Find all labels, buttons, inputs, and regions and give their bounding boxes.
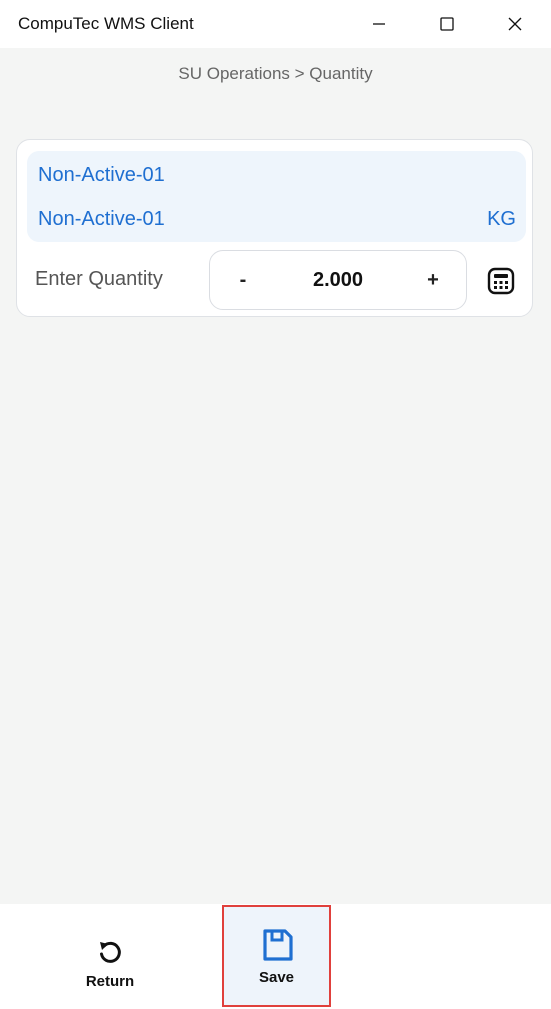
maximize-icon <box>440 17 454 31</box>
minimize-button[interactable] <box>356 0 402 48</box>
calculator-icon <box>487 267 515 295</box>
floppy-disk-icon <box>262 928 293 961</box>
save-button[interactable]: Save <box>222 905 331 1007</box>
maximize-button[interactable] <box>424 0 470 48</box>
save-label: Save <box>258 968 295 986</box>
breadcrumb: SU Operations > Quantity <box>178 64 373 83</box>
quantity-card: Non-Active-01 Non-Active-01 KG Enter Qua… <box>16 139 533 317</box>
undo-icon <box>100 941 121 963</box>
item-info-box: Non-Active-01 Non-Active-01 KG <box>27 151 526 242</box>
quantity-input[interactable]: 2.000 <box>276 269 400 292</box>
minimize-icon <box>373 23 385 25</box>
quantity-stepper: - 2.000 + <box>209 250 467 310</box>
close-button[interactable] <box>492 0 538 48</box>
item-uom: KG <box>487 208 516 230</box>
bottom-action-bar: Return Save <box>0 904 551 1009</box>
close-icon <box>508 17 522 31</box>
quantity-label: Enter Quantity <box>35 268 163 290</box>
window-title: CompuTec WMS Client <box>18 14 194 33</box>
calculator-button[interactable] <box>486 266 516 296</box>
item-name: Non-Active-01 <box>38 208 165 230</box>
return-label: Return <box>85 972 135 990</box>
return-button[interactable]: Return <box>60 934 160 994</box>
item-code: Non-Active-01 <box>38 164 165 186</box>
decrement-button[interactable]: - <box>210 269 276 292</box>
title-bar: CompuTec WMS Client <box>0 0 551 48</box>
increment-button[interactable]: + <box>400 269 466 292</box>
